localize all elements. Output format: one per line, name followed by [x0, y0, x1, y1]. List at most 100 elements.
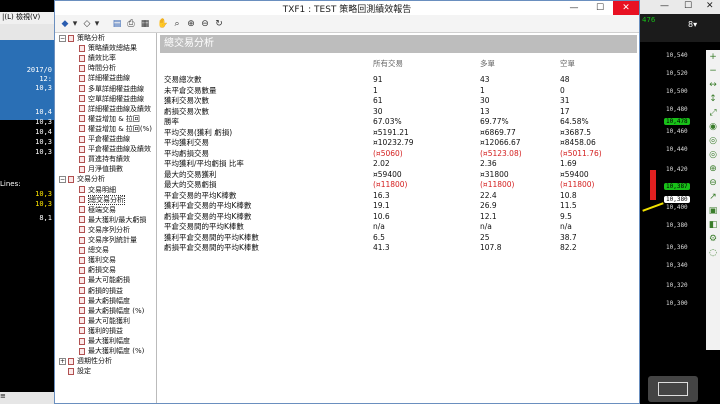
- tree-item[interactable]: 最大虧損幅度: [79, 297, 130, 306]
- tree-item[interactable]: 詳細權益曲線: [79, 74, 130, 83]
- find-icon[interactable]: ▦: [139, 18, 151, 30]
- title-bar[interactable]: TXF1 : TEST 策略回測績效報告 — ☐ ✕: [55, 1, 639, 15]
- tree-item[interactable]: 平倉權益曲線: [79, 135, 130, 144]
- print-icon[interactable]: ⎙: [125, 18, 137, 30]
- tree-item[interactable]: 虧損的損益: [79, 287, 123, 296]
- tree-item[interactable]: 最大獲利幅度 (%): [79, 347, 144, 356]
- statusbar-icon[interactable]: ≡: [0, 392, 6, 400]
- minimize-button[interactable]: —: [561, 1, 587, 15]
- tree-item[interactable]: 交易序列統計量: [79, 236, 137, 245]
- dropdown-icon[interactable]: ▾: [69, 18, 81, 30]
- price-tick: 10,520: [666, 70, 688, 77]
- tree-item-label: 權益增加 & 拉回: [88, 114, 140, 123]
- tool-icon[interactable]: −: [706, 64, 720, 78]
- document-icon: [79, 337, 85, 345]
- value-long: 2.36: [480, 159, 497, 168]
- tree-item-label: 獲利的損益: [88, 326, 123, 335]
- document-icon: [68, 367, 74, 375]
- hand-icon[interactable]: ✋: [157, 18, 169, 30]
- keyboard-icon[interactable]: [648, 376, 698, 402]
- tool-icon[interactable]: ↕: [706, 92, 720, 106]
- tree-item[interactable]: 最大可能虧損: [79, 276, 130, 285]
- tree-item-label: 總交易: [88, 246, 109, 255]
- close-icon[interactable]: ✕: [706, 1, 714, 11]
- value-all: (¤11800): [373, 180, 408, 189]
- tool-icon[interactable]: ⊖: [706, 176, 720, 190]
- tool-icon[interactable]: ◎: [706, 148, 720, 162]
- tool-icon[interactable]: +: [706, 50, 720, 64]
- tree-item[interactable]: 交易明細: [79, 186, 116, 195]
- tree-item[interactable]: 績效比率: [79, 54, 116, 63]
- collapse-icon[interactable]: −: [59, 34, 66, 42]
- menu-item[interactable]: |(L): [2, 13, 14, 21]
- tree-item[interactable]: 權益增加 & 拉回: [79, 115, 140, 124]
- refresh-icon[interactable]: ↻: [213, 18, 225, 30]
- tool-icon[interactable]: ⤢: [706, 106, 720, 120]
- maximize-icon[interactable]: ☐: [684, 1, 692, 11]
- tree-item[interactable]: 虧損交易: [79, 266, 116, 275]
- tree-item[interactable]: 最大獲利幅度: [79, 337, 130, 346]
- row-label: 虧損平倉交易的平均K棒數: [164, 211, 252, 221]
- tree-item[interactable]: 權益增加 & 拉回(%): [79, 125, 152, 134]
- tool-icon[interactable]: ◧: [706, 218, 720, 232]
- tool-icon[interactable]: ⊕: [706, 162, 720, 176]
- white-value: 8,1: [39, 214, 52, 222]
- tree-item[interactable]: 最大獲利/最大虧損: [79, 216, 146, 225]
- tree-item[interactable]: 極端交易: [79, 206, 116, 215]
- document-icon: [79, 64, 85, 72]
- tree-item[interactable]: 月淨值損數: [79, 165, 123, 174]
- menu-item-view[interactable]: 檢視(V): [16, 13, 40, 21]
- row-label: 平倉交易的平均K棒數: [164, 190, 237, 200]
- zoom-in-icon[interactable]: ⊕: [185, 18, 197, 30]
- table-row: 平倉交易間的平均K棒數 n/a n/a n/a: [158, 222, 639, 232]
- value-all: n/a: [373, 222, 385, 231]
- tree-item[interactable]: 時間分析: [79, 64, 116, 73]
- report-content: 總交易分析 所有交易 多單 空單 交易總次數 91 43 48 未平倉交易數量 1 1 0 獲利…: [158, 33, 639, 403]
- document-icon: [79, 125, 85, 133]
- expand-icon[interactable]: +: [59, 357, 66, 365]
- tree-item[interactable]: − 策略分析: [59, 34, 105, 43]
- tree-item[interactable]: 總交易: [79, 246, 109, 255]
- chart-menu-icon[interactable]: 8▾: [688, 20, 697, 29]
- value-all: 91: [373, 75, 383, 84]
- collapse-icon[interactable]: −: [59, 175, 66, 183]
- tree-item[interactable]: 總交易分析: [79, 194, 125, 205]
- tree-item[interactable]: 獲利交易: [79, 256, 116, 265]
- tree-item[interactable]: − 交易分析: [59, 175, 105, 184]
- tree-item[interactable]: 最大可能獲利: [79, 317, 130, 326]
- chart-side-toolbar: + − ↔ ↕ ⤢ ◉ ◎ ◎ ⊕ ⊖ ↗ ▣ ◧ ⚙ ◌: [706, 50, 720, 350]
- value-short: 9.5: [560, 211, 572, 221]
- tree-item[interactable]: + 週期性分析: [59, 357, 112, 366]
- zoom-icon[interactable]: ⌕: [171, 18, 183, 30]
- row-label: 虧損交易次數: [164, 106, 209, 116]
- tree-item[interactable]: 最大虧損幅度 (%): [79, 307, 144, 316]
- document-icon: [79, 347, 85, 355]
- tool-icon[interactable]: ▣: [706, 204, 720, 218]
- minimize-icon[interactable]: —: [660, 1, 669, 11]
- tool-icon[interactable]: ↗: [706, 190, 720, 204]
- tree-item[interactable]: 詳細權益曲線及績效: [79, 105, 151, 114]
- tree-item-label: 月淨值損數: [88, 165, 123, 174]
- tool-icon[interactable]: ↔: [706, 78, 720, 92]
- close-button[interactable]: ✕: [613, 1, 639, 15]
- dropdown-icon[interactable]: ▾: [91, 18, 103, 30]
- row-label: 平均交易(獲利 虧損): [164, 127, 233, 137]
- value-short: 10.8: [560, 190, 577, 200]
- tree-item[interactable]: 空單詳細權益曲線: [79, 95, 144, 104]
- tree-item[interactable]: 策略績效總結果: [79, 44, 137, 53]
- tool-icon[interactable]: ◌: [706, 246, 720, 260]
- maximize-button[interactable]: ☐: [587, 1, 613, 15]
- tool-icon[interactable]: ⚙: [706, 232, 720, 246]
- tree-item[interactable]: 設定: [59, 367, 91, 376]
- tree-item[interactable]: 獲利的損益: [79, 327, 123, 336]
- tool-icon[interactable]: ◎: [706, 134, 720, 148]
- tree-item[interactable]: 平倉權益曲線及績效: [79, 145, 151, 154]
- save-icon[interactable]: ▤: [111, 18, 123, 30]
- table-row: 虧損平倉交易間的平均K棒數 41.3 107.8 82.2: [158, 243, 639, 253]
- tree-item[interactable]: 多單詳細權益曲線: [79, 85, 144, 94]
- tree-item[interactable]: 交易序列分析: [79, 226, 130, 235]
- zoom-out-icon[interactable]: ⊖: [199, 18, 211, 30]
- tool-icon[interactable]: ◉: [706, 120, 720, 134]
- tree-item-label: 最大虧損幅度 (%): [88, 306, 145, 315]
- tree-item[interactable]: 買進持有績效: [79, 155, 130, 164]
